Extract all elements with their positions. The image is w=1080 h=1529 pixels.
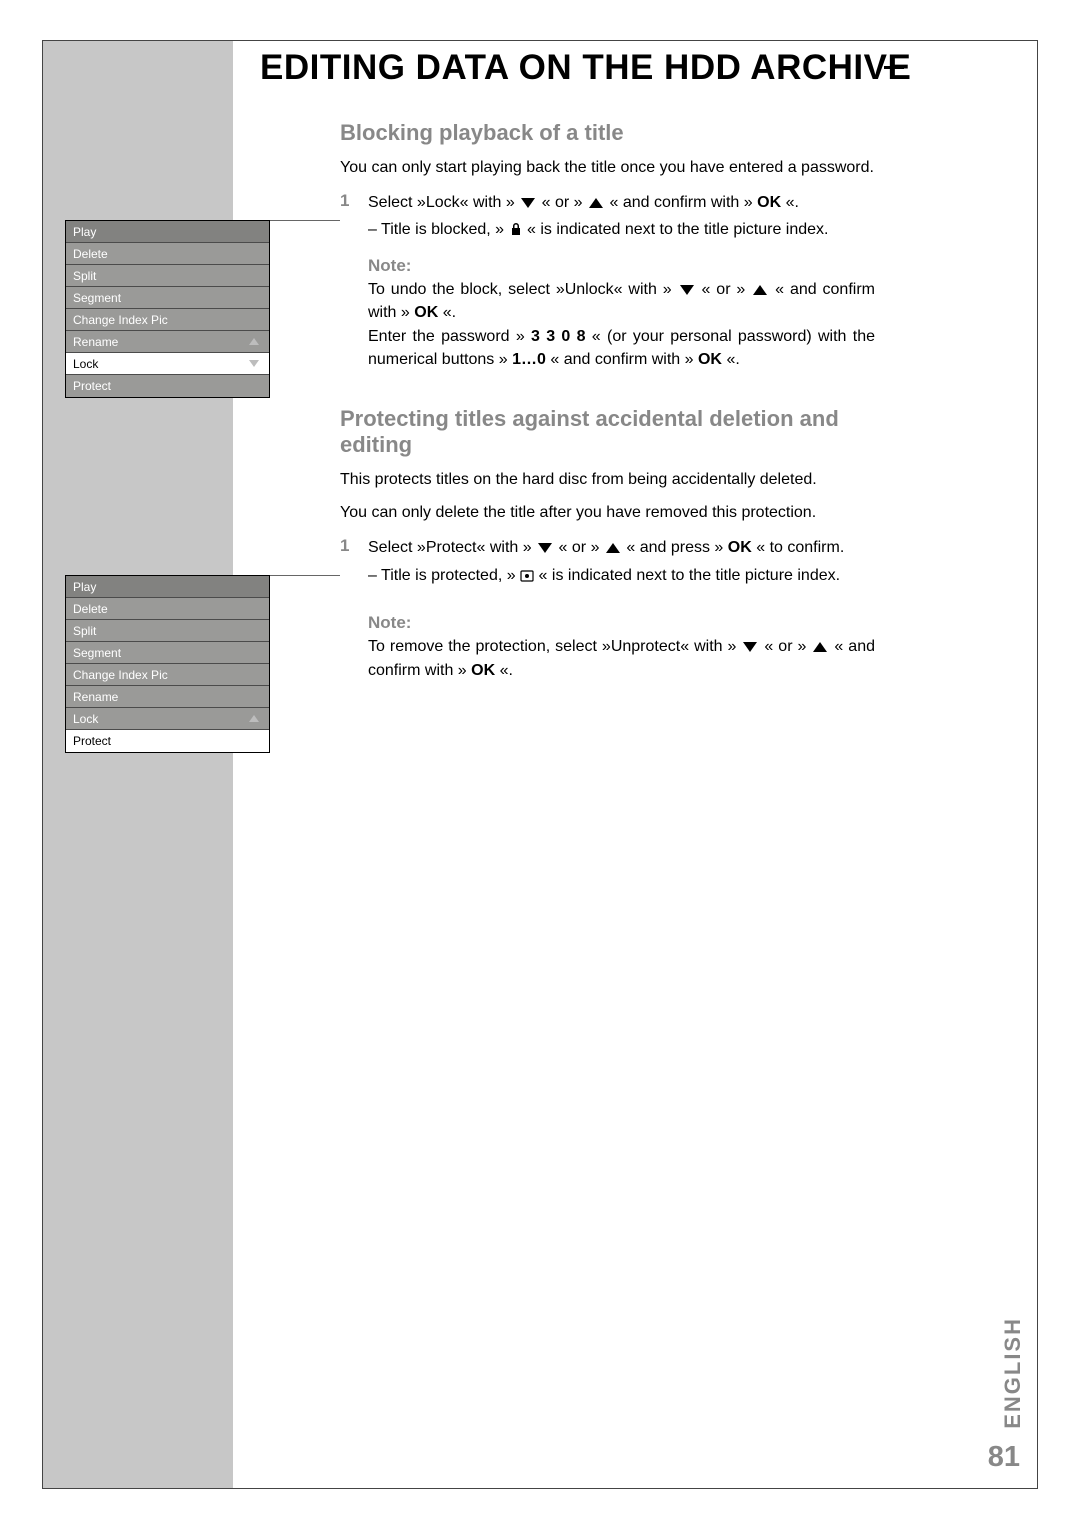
menu-protect: Play Delete Split Segment Change Index P… (65, 575, 270, 753)
connector-line (270, 575, 340, 576)
text: « to confirm. (756, 539, 844, 556)
menu-item-lock[interactable]: Lock (66, 353, 269, 375)
text: To undo the block, select »Unlock« with … (368, 281, 672, 298)
ok-label: OK (471, 662, 495, 679)
down-arrow-icon (538, 543, 552, 553)
down-arrow-icon (521, 198, 535, 208)
page-number: 81 (988, 1441, 1020, 1474)
section2-p2: You can only delete the title after you … (340, 501, 875, 524)
main-content: Blocking playback of a title You can onl… (340, 120, 875, 682)
menu-item-split[interactable]: Split (66, 620, 269, 642)
down-arrow-icon (680, 285, 694, 295)
up-arrow-icon (589, 198, 603, 208)
note-body-1: To undo the block, select »Unlock« with … (368, 278, 875, 324)
menu-lock: Play Delete Split Segment Change Index P… (65, 220, 270, 398)
note-body: To remove the protection, select »Unprot… (368, 635, 875, 681)
text: «. (786, 194, 799, 211)
chevron-down-icon (249, 360, 259, 367)
ok-label: OK (414, 304, 438, 321)
text: Select »Protect« with » (368, 539, 532, 556)
step-bullet: – Title is blocked, » « is indicated nex… (368, 218, 875, 243)
section1-intro: You can only start playing back the titl… (340, 156, 875, 179)
menu-item-play[interactable]: Play (66, 576, 269, 598)
text: – Title is protected, » (368, 567, 516, 584)
chevron-up-icon (249, 338, 259, 345)
text: « is indicated next to the title picture… (527, 221, 829, 238)
menu-item-lock[interactable]: Lock (66, 708, 269, 730)
text: «. (443, 304, 456, 321)
menu-item-segment[interactable]: Segment (66, 287, 269, 309)
text: « or » (702, 281, 746, 298)
menu-item-delete[interactable]: Delete (66, 243, 269, 265)
menu-item-rename[interactable]: Rename (66, 331, 269, 353)
menu-item-protect[interactable]: Protect (66, 730, 269, 752)
menu-item-protect[interactable]: Protect (66, 375, 269, 397)
step-number: 1 (340, 191, 368, 371)
menu-item-rename[interactable]: Rename (66, 686, 269, 708)
text: « or » (542, 194, 583, 211)
connector-line (270, 220, 340, 221)
text: – Title is blocked, » (368, 221, 504, 238)
menu-item-play[interactable]: Play (66, 221, 269, 243)
note-label: Note: (368, 611, 875, 636)
section2: Protecting titles against accidental del… (340, 406, 875, 682)
step-body: Select »Protect« with » « or » « and pre… (368, 536, 875, 681)
text: Enter the password » (368, 328, 525, 345)
up-arrow-icon (753, 285, 767, 295)
step-number: 1 (340, 536, 368, 681)
language-label: ENGLISH (1000, 1317, 1026, 1429)
text: To remove the protection, select »Unprot… (368, 638, 736, 655)
section1-heading: Blocking playback of a title (340, 120, 875, 146)
text: «. (726, 351, 739, 368)
menu-item-delete[interactable]: Delete (66, 598, 269, 620)
section1-step1: 1 Select »Lock« with » « or » « and conf… (340, 191, 875, 371)
text: Select »Lock« with » (368, 194, 515, 211)
menu-item-change-index-pic[interactable]: Change Index Pic (66, 309, 269, 331)
ok-label: OK (728, 539, 752, 556)
text: « or » (764, 638, 806, 655)
menu-item-change-index-pic[interactable]: Change Index Pic (66, 664, 269, 686)
text: « and press » (626, 539, 723, 556)
menu-item-segment[interactable]: Segment (66, 642, 269, 664)
password-value: 3 3 0 8 (531, 328, 585, 345)
section2-heading: Protecting titles against accidental del… (340, 406, 875, 458)
ok-label: OK (698, 351, 722, 368)
down-arrow-icon (743, 642, 757, 652)
ok-label: OK (757, 194, 781, 211)
note-label: Note: (368, 254, 875, 279)
buttons-range: 1…0 (512, 351, 546, 368)
step-bullet: – Title is protected, » « is indicated n… (368, 564, 875, 589)
page-title: EDITING DATA ON THE HDD ARCHIVE (260, 48, 911, 88)
protect-icon (520, 566, 534, 589)
lock-icon (509, 220, 523, 243)
up-arrow-icon (606, 543, 620, 553)
title-accent-line (884, 66, 904, 69)
note-body-2: Enter the password » 3 3 0 8 « (or your … (368, 325, 875, 371)
text: « and confirm with » (609, 194, 752, 211)
chevron-up-icon (249, 715, 259, 722)
step-body: Select »Lock« with » « or » « and confir… (368, 191, 875, 371)
section2-step1: 1 Select »Protect« with » « or » « and p… (340, 536, 875, 681)
text: «. (500, 662, 513, 679)
section2-p1: This protects titles on the hard disc fr… (340, 468, 875, 491)
text: « and confirm with » (550, 351, 693, 368)
text: « is indicated next to the title picture… (539, 567, 841, 584)
up-arrow-icon (813, 642, 827, 652)
menu-item-split[interactable]: Split (66, 265, 269, 287)
text: « or » (559, 539, 600, 556)
